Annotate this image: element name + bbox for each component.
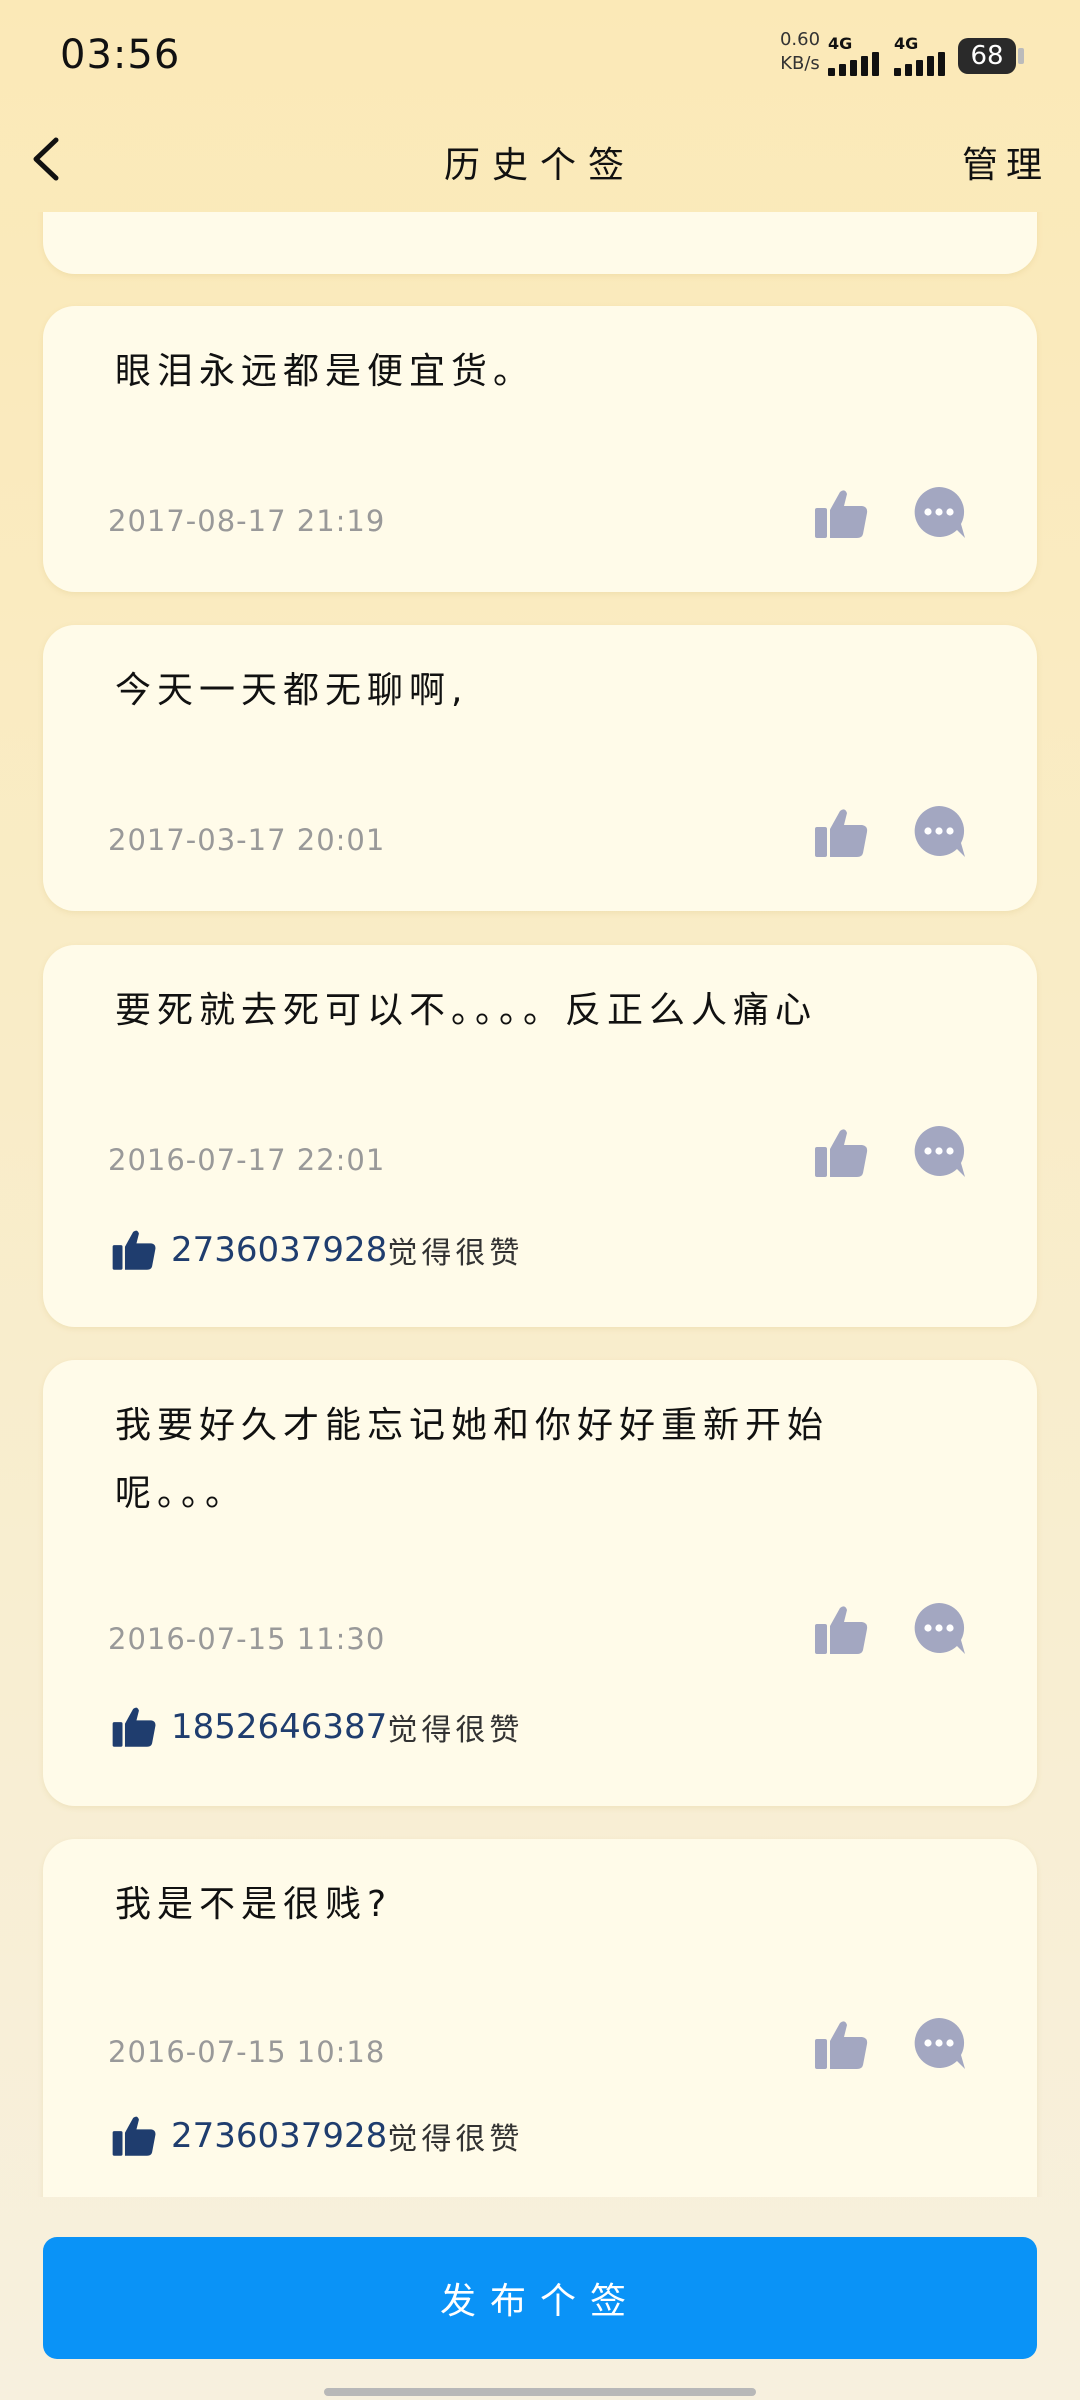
signature-date: 2017-03-17 20:01 [108,823,386,857]
publish-signature-button[interactable]: 发布个签 [43,2237,1037,2359]
status-time: 03:56 [60,32,181,78]
signal-icon: 4G [828,34,879,76]
comment-icon[interactable] [911,2015,967,2071]
comment-icon[interactable] [911,484,967,540]
network-speed: 0.60 KB/s [770,28,830,76]
liker-row: 2736037928 觉得很赞 [111,1225,523,1275]
liker-row: 2736037928 觉得很赞 [111,2111,523,2161]
signal-label-1: 4G [828,34,853,53]
signal-icon: 4G [894,34,945,76]
network-speed-value: 0.60 [779,29,821,50]
liker-suffix: 觉得很赞 [387,2122,524,2157]
comment-icon[interactable] [911,1123,967,1179]
signature-text: 眼泪永远都是便宜货。 [115,351,536,392]
signature-text: 我是不是很贱? [115,1884,393,1925]
signal-label-2: 4G [894,34,919,53]
nav-bar: 历史个签 管理 [0,110,1080,210]
signature-text: 我要好久才能忘记她和你好好重新开始呢。。。 [115,1405,830,1514]
liker-id[interactable]: 1852646387 [171,1707,387,1747]
list-item: 我是不是很贱? 2016-07-15 10:18 2736037928 觉得很赞 [43,1839,1037,2197]
thumbs-up-icon[interactable] [813,1125,869,1181]
liker-suffix: 觉得很赞 [387,1713,524,1748]
page-title: 历史个签 [443,145,636,186]
thumbs-up-icon [112,2116,156,2156]
comment-icon[interactable] [911,803,967,859]
thumbs-up-icon[interactable] [813,805,869,861]
liker-suffix: 觉得很赞 [387,1236,524,1271]
liker-id[interactable]: 2736037928 [171,2116,387,2156]
list-item: 今天一天都无聊啊, 2017-03-17 20:01 [43,625,1037,911]
list-item [43,212,1037,274]
signature-date: 2016-07-15 11:30 [108,1622,386,1656]
thumbs-up-icon[interactable] [813,2017,869,2073]
signature-date: 2016-07-17 22:01 [108,1143,386,1177]
manage-button[interactable]: 管理 [962,136,1050,188]
list-item: 眼泪永远都是便宜货。 2017-08-17 21:19 [43,306,1037,592]
liker-id[interactable]: 2736037928 [171,1230,387,1270]
thumbs-up-icon[interactable] [813,1602,869,1658]
home-indicator[interactable] [324,2388,756,2396]
signature-date: 2016-07-15 10:18 [108,2035,386,2069]
thumbs-up-icon[interactable] [813,486,869,542]
list-item: 我要好久才能忘记她和你好好重新开始呢。。。 2016-07-15 11:30 1… [43,1360,1037,1806]
thumbs-up-icon [112,1230,156,1270]
list-item: 要死就去死可以不。。。。反正么人痛心 2016-07-17 22:01 2736… [43,945,1037,1327]
signature-text: 要死就去死可以不。。。。反正么人痛心 [115,990,818,1031]
thumbs-up-icon [112,1707,156,1747]
signature-list[interactable]: 眼泪永远都是便宜货。 2017-08-17 21:19 今天一天都无聊啊, 20… [0,212,1080,2197]
signature-date: 2017-08-17 21:19 [108,504,386,538]
status-bar: 03:56 0.60 KB/s 4G 4G 68 [0,0,1080,110]
network-speed-unit: KB/s [780,53,820,74]
liker-row: 1852646387 觉得很赞 [111,1702,523,1752]
signature-text: 今天一天都无聊啊, [115,670,469,711]
battery-icon: 68 [958,38,1024,74]
comment-icon[interactable] [911,1600,967,1656]
